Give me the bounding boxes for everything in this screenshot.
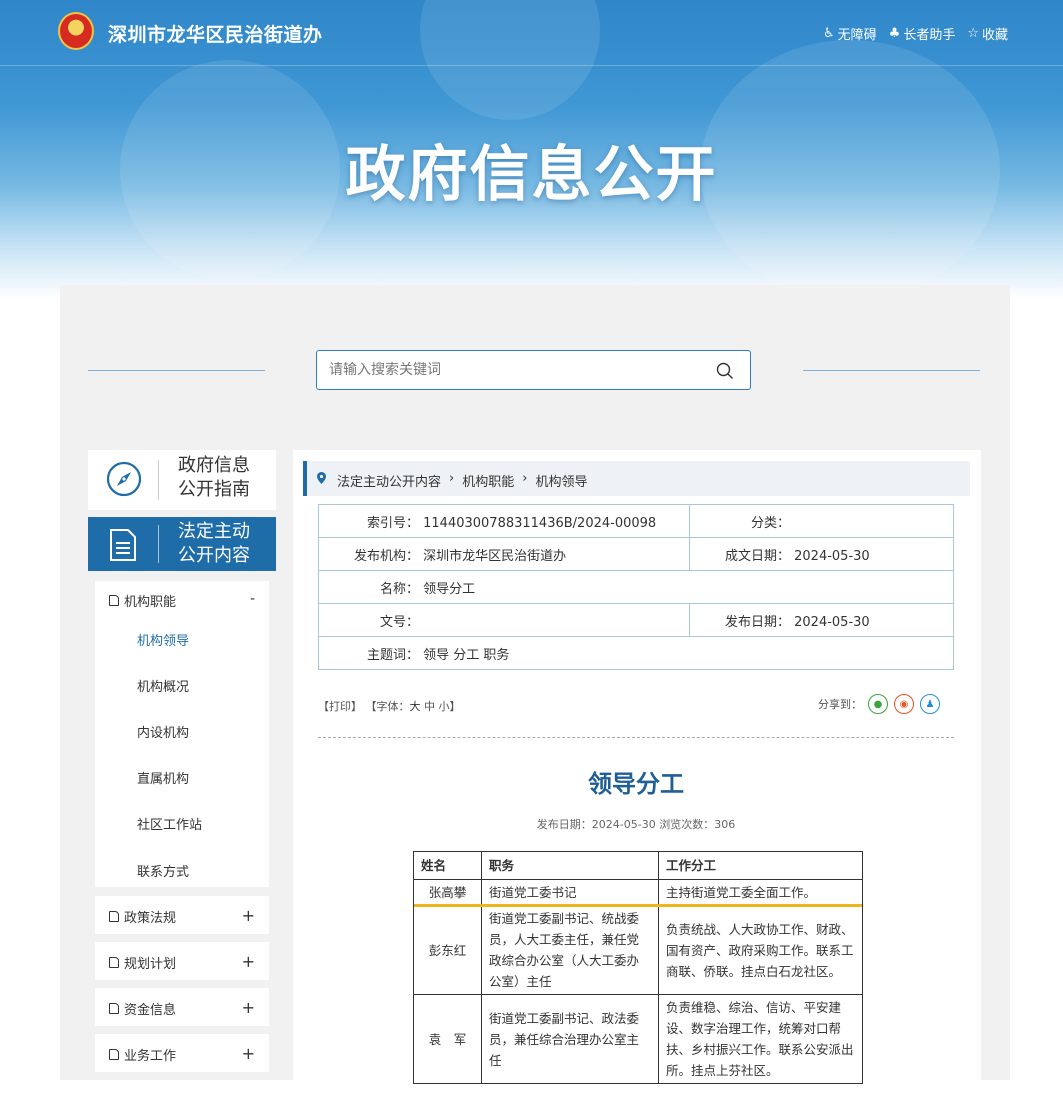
sidebar-item-contact[interactable]: 联系方式 xyxy=(137,861,189,880)
chevron-right-icon: › xyxy=(449,471,455,486)
search-icon[interactable] xyxy=(716,362,734,380)
separator xyxy=(158,525,159,563)
print-button[interactable]: 【打印】 xyxy=(318,700,362,713)
date-written-value: 2024-05-30 xyxy=(794,548,870,564)
accessibility-icon: ♿ xyxy=(822,26,835,41)
page-icon xyxy=(109,957,119,968)
location-pin-icon xyxy=(317,472,326,484)
column-header: 职务 xyxy=(481,851,659,880)
search-divider-right xyxy=(803,370,980,371)
search-divider-left xyxy=(88,370,265,371)
breadcrumb-link[interactable]: 机构职能 xyxy=(462,471,514,490)
page-icon xyxy=(109,595,119,606)
divider xyxy=(318,737,954,738)
font-size-medium[interactable]: 中 xyxy=(424,700,435,713)
wechat-share-icon[interactable]: ● xyxy=(868,694,888,714)
table-row: 袁 军 街道党工委副书记、政法委员，兼任综合治理办公室主任 负责维稳、综治、信访… xyxy=(413,994,863,1084)
document-meta-table: 索引号： 11440300788311436B/2024-00098 分类： 发… xyxy=(318,504,954,670)
menu-header[interactable]: 机构职能 xyxy=(109,591,176,610)
page-icon xyxy=(109,1003,119,1014)
doc-name-value: 领导分工 xyxy=(423,581,476,597)
menu-org-functions: 机构职能 - 机构领导 机构概况 内设机构 直属机构 社区工作站 联系方式 xyxy=(95,581,269,887)
document-icon xyxy=(110,529,136,561)
column-header: 工作分工 xyxy=(658,851,863,880)
expand-toggle[interactable]: + xyxy=(242,952,255,971)
index-number: 11440300788311436B/2024-00098 xyxy=(423,515,657,531)
sidebar-item-guide[interactable]: 政府信息 公开指南 xyxy=(88,450,276,510)
sidebar-item-plans[interactable]: 规划计划 + xyxy=(95,942,269,980)
column-header: 姓名 xyxy=(413,851,482,880)
breadcrumb-current[interactable]: 机构领导 xyxy=(535,471,587,490)
header-banner: 深圳市龙华区民治街道办 ♿ 无障碍 ♣ 长者助手 ☆ 收藏 政府信息公开 xyxy=(0,0,1063,300)
search-input[interactable] xyxy=(329,360,699,380)
publisher-value: 深圳市龙华区民治街道办 xyxy=(423,548,567,564)
page-icon xyxy=(109,1049,119,1060)
publish-date-value: 2024-05-30 xyxy=(794,614,870,630)
expand-toggle[interactable]: + xyxy=(242,998,255,1017)
qq-share-icon[interactable]: ♟ xyxy=(920,694,940,714)
expand-toggle[interactable]: + xyxy=(242,906,255,925)
accessibility-link[interactable]: ♿ 无障碍 xyxy=(823,24,877,43)
font-size-large[interactable]: 大 xyxy=(410,700,421,713)
breadcrumb-link[interactable]: 法定主动公开内容 xyxy=(337,471,441,490)
table-row: 彭东红 街道党工委副书记、统战委员，人大工委主任，兼任党政综合办公室（人大工委办… xyxy=(413,905,863,995)
banner-title: 政府信息公开 xyxy=(345,140,718,210)
article-tools: 【打印】 【字体：大 中 小】 xyxy=(318,700,461,713)
weibo-share-icon[interactable]: ◉ xyxy=(894,694,914,714)
favorite-link[interactable]: ☆ 收藏 xyxy=(967,24,1008,43)
sidebar-item-overview[interactable]: 机构概况 xyxy=(137,676,189,695)
site-title[interactable]: 深圳市龙华区民治街道办 xyxy=(108,20,323,47)
separator xyxy=(158,460,159,500)
article-title: 领导分工 xyxy=(588,770,684,798)
table-row: 张高攀 街道党工委书记 主持街道党工委全面工作。 xyxy=(413,879,863,906)
sidebar-item-community[interactable]: 社区工作站 xyxy=(137,814,202,833)
keywords-value: 领导 分工 职务 xyxy=(423,647,510,663)
sidebar-item-leaders[interactable]: 机构领导 xyxy=(137,630,189,649)
search-box xyxy=(316,350,751,390)
sidebar-item-affiliated[interactable]: 直属机构 xyxy=(137,768,189,787)
chevron-right-icon: › xyxy=(522,471,528,486)
active-label: 法定主动 公开内容 xyxy=(178,521,250,566)
top-bar: 深圳市龙华区民治街道办 ♿ 无障碍 ♣ 长者助手 ☆ 收藏 xyxy=(0,0,1063,66)
sidebar-item-statutory-content[interactable]: 法定主动 公开内容 xyxy=(88,517,276,571)
collapse-toggle[interactable]: - xyxy=(250,591,255,607)
sidebar-item-policies[interactable]: 政策法规 + xyxy=(95,896,269,934)
sidebar-item-business[interactable]: 业务工作 + xyxy=(95,1034,269,1072)
leader-duty-table: 姓名 职务 工作分工 张高攀 街道党工委书记 主持街道党工委全面工作。 彭东红 … xyxy=(413,851,863,1084)
row-highlight-bar xyxy=(414,904,862,907)
compass-icon xyxy=(106,461,142,497)
share-bar: 分享到： ● ◉ ♟ xyxy=(818,694,940,714)
elder-helper-link[interactable]: ♣ 长者助手 xyxy=(889,24,956,43)
national-emblem-icon xyxy=(58,12,94,50)
page-icon xyxy=(109,911,119,922)
top-links: ♿ 无障碍 ♣ 长者助手 ☆ 收藏 xyxy=(823,24,1008,43)
article-publish-info: 发布日期：2024-05-30 浏览次数：306 xyxy=(536,818,736,831)
font-size-small[interactable]: 小 xyxy=(439,700,450,713)
sidebar-item-internal[interactable]: 内设机构 xyxy=(137,722,189,741)
star-icon: ☆ xyxy=(967,26,979,41)
page: 深圳市龙华区民治街道办 ♿ 无障碍 ♣ 长者助手 ☆ 收藏 政府信息公开 请输入… xyxy=(0,0,1063,1120)
expand-toggle[interactable]: + xyxy=(242,1044,255,1063)
guide-label: 政府信息 公开指南 xyxy=(178,455,250,500)
elder-helper-icon: ♣ xyxy=(888,26,901,41)
breadcrumb: 法定主动公开内容 › 机构职能 › 机构领导 xyxy=(303,461,970,496)
sidebar-item-funds[interactable]: 资金信息 + xyxy=(95,988,269,1026)
